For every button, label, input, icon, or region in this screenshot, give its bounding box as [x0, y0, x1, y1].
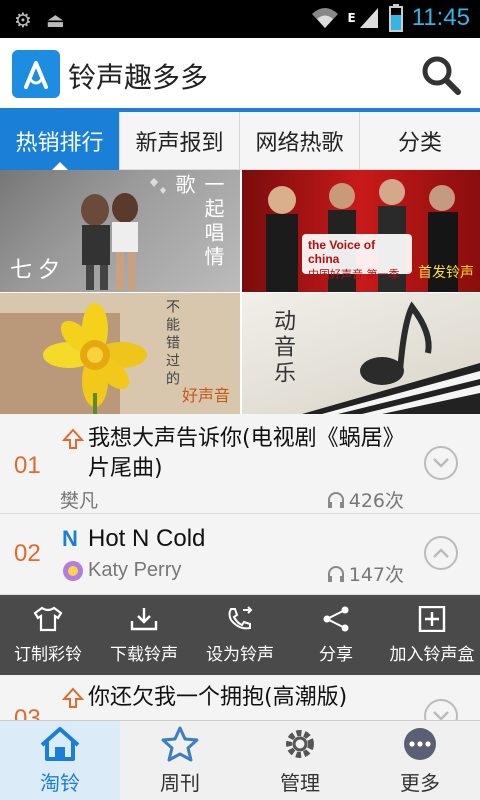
action-label: 加入铃声盒 [389, 644, 475, 665]
tab-web-hits[interactable]: 网络热歌 [240, 112, 360, 170]
song-rank: 02 [14, 540, 41, 567]
banner-corner-text: 好声音 [181, 386, 230, 405]
more-icon [404, 728, 436, 760]
search-button[interactable] [420, 54, 462, 96]
trend-up-icon [62, 687, 84, 708]
tab-label: 网络热歌 [255, 131, 344, 156]
play-count: 426次 [327, 486, 404, 513]
bottom-navigation: 淘铃 周刊 管理 更多 [0, 720, 480, 800]
collapse-button[interactable] [424, 536, 458, 570]
signal-icon [359, 8, 378, 28]
expand-button[interactable] [424, 446, 458, 480]
voice-sub-text: 中国好声音 第一季 [308, 268, 400, 281]
tab-categories[interactable]: 分类 [360, 112, 480, 170]
tab-hot-sales[interactable]: 热销排行 [0, 112, 120, 170]
list-item[interactable]: 02 N Hot N Cold Katy Perry 147次 [0, 514, 480, 595]
search-icon [422, 56, 461, 95]
song-title: 你还欠我一个拥抱(高潮版) [88, 685, 348, 710]
usb-icon: ⏏ [45, 8, 65, 32]
chevron-up-icon [433, 548, 449, 558]
star-icon [161, 726, 199, 762]
list-item[interactable]: 01 我想大声告诉你(电视剧《蜗居》片尾曲) 樊凡 426次 [0, 414, 480, 514]
tab-label: 分类 [397, 131, 442, 156]
play-count-value: 426次 [348, 490, 404, 512]
new-badge-icon: N [62, 526, 78, 551]
nav-label: 淘铃 [40, 771, 80, 795]
add-to-ringtone-box-button[interactable]: 加入铃声盒 [384, 595, 480, 675]
artist-avatar-icon [63, 561, 83, 581]
shirt-icon [33, 606, 63, 631]
add-box-icon [418, 605, 446, 632]
headphones-icon [327, 491, 344, 508]
tab-new-songs[interactable]: 新声报到 [120, 112, 240, 170]
wifi-icon [311, 8, 338, 28]
banner-music[interactable]: 动音乐 [242, 293, 480, 414]
app-logo-icon [12, 50, 60, 98]
song-title: 我想大声告诉你(电视剧《蜗居》片尾曲) [88, 426, 405, 481]
trend-up-icon [62, 428, 84, 449]
nav-weekly[interactable]: 周刊 [120, 721, 240, 800]
banner-voice-of-china[interactable]: the Voice of china 中国好声音 第一季 首发铃声 [242, 170, 480, 292]
nav-taoling[interactable]: 淘铃 [0, 721, 120, 800]
banner-good-voice[interactable]: 不能错过的 好声音 [0, 293, 240, 414]
banner-side-text: 不能错过的 [164, 299, 180, 389]
action-label: 下载铃声 [110, 644, 178, 665]
song-list: 01 我想大声告诉你(电视剧《蜗居》片尾曲) 樊凡 426次 02 N Hot … [0, 414, 480, 595]
nav-more[interactable]: 更多 [360, 721, 480, 800]
download-icon [130, 607, 158, 630]
song-artist: 樊凡 [60, 490, 99, 512]
song-rank: 01 [14, 452, 41, 479]
clock: 11:45 [411, 4, 470, 31]
gear-icon [286, 730, 314, 758]
share-icon [323, 606, 349, 631]
action-label: 设为铃声 [206, 644, 274, 665]
home-icon [40, 727, 80, 761]
phone-icon [228, 605, 253, 629]
action-label: 分享 [319, 644, 353, 665]
app-title: 铃声趣多多 [68, 61, 209, 94]
chevron-down-icon [433, 458, 449, 468]
headphones-icon [327, 565, 344, 582]
download-ringtone-button[interactable]: 下载铃声 [96, 595, 192, 675]
song-action-bar: 订制彩铃 下载铃声 设为铃声 分享 加入铃声盒 [0, 595, 480, 675]
nav-label: 周刊 [160, 771, 200, 795]
network-type: E [347, 11, 356, 25]
banner-side-text: 一起唱情歌 [172, 174, 225, 270]
play-count-value: 147次 [348, 564, 404, 586]
nav-label: 管理 [280, 771, 320, 795]
tab-label: 新声报到 [135, 131, 224, 156]
song-artist: Katy Perry [88, 559, 182, 581]
banner-grid: 一起唱情歌 七夕 the Voice of china 中国好声音 第一季 首发… [0, 170, 480, 414]
share-button[interactable]: 分享 [288, 595, 384, 675]
banner-corner-text: 七夕 [10, 258, 67, 283]
tab-label: 热销排行 [15, 131, 104, 156]
app-bar: 铃声趣多多 [0, 38, 480, 110]
banner-love-songs[interactable]: 一起唱情歌 七夕 [0, 170, 240, 292]
nav-label: 更多 [400, 771, 440, 795]
banner-side-text: 动音乐 [270, 309, 295, 387]
song-title: Hot N Cold [88, 525, 206, 552]
android-debug-icon: ⚙ [14, 8, 32, 32]
action-label: 订制彩铃 [14, 644, 82, 665]
custom-ringback-button[interactable]: 订制彩铃 [0, 595, 96, 675]
play-count: 147次 [327, 560, 404, 587]
battery-icon [388, 4, 403, 32]
category-tabs: 热销排行 新声报到 网络热歌 分类 [0, 112, 480, 170]
set-ringtone-button[interactable]: 设为铃声 [192, 595, 288, 675]
status-bar: ⚙ ⏏ E 11:45 [0, 0, 480, 38]
voice-logo-text: the Voice of china [308, 238, 376, 266]
banner-corner-text: 首发铃声 [418, 265, 474, 281]
nav-manage[interactable]: 管理 [240, 721, 360, 800]
